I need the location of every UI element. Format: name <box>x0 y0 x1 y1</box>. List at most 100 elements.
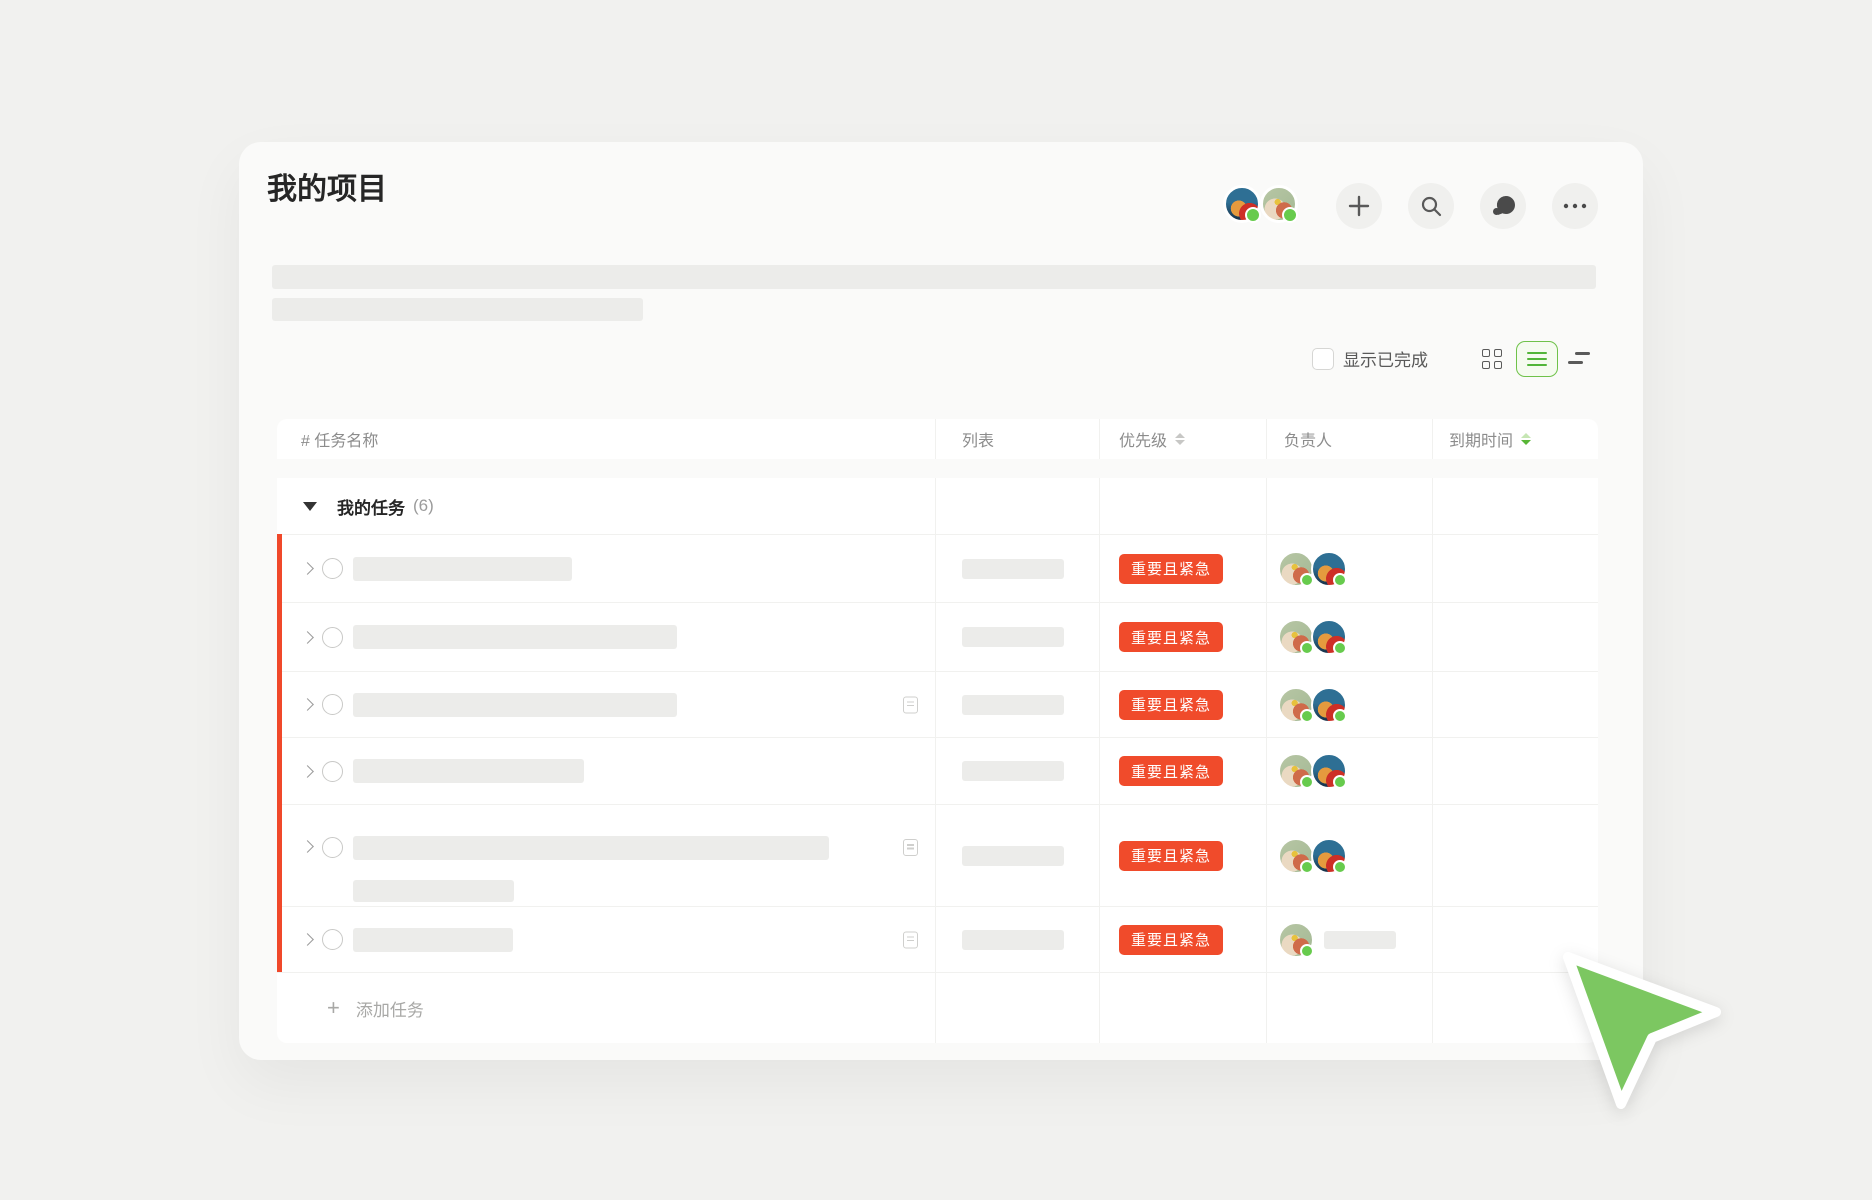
task-name-placeholder <box>353 836 829 860</box>
avatar[interactable] <box>1278 551 1314 587</box>
assignee-avatars <box>1278 619 1347 655</box>
expand-icon[interactable] <box>301 698 314 711</box>
add-task-label: 添加任务 <box>356 996 424 1021</box>
avatar[interactable] <box>1278 922 1314 958</box>
priority-badge[interactable]: 重要且紧急 <box>1119 925 1223 955</box>
page-title: 我的项目 <box>267 168 387 212</box>
avatar[interactable] <box>1278 838 1314 874</box>
avatar[interactable] <box>1260 185 1298 223</box>
board-view-button[interactable] <box>1482 349 1502 369</box>
expand-icon[interactable] <box>301 562 314 575</box>
ellipsis-icon <box>1563 203 1587 209</box>
list-placeholder <box>962 627 1064 647</box>
list-placeholder <box>962 930 1064 950</box>
task-name-placeholder <box>353 625 677 649</box>
show-completed-label: 显示已完成 <box>1343 346 1428 371</box>
group-name: 我的任务 <box>337 494 405 519</box>
avatar[interactable] <box>1311 619 1347 655</box>
expand-icon[interactable] <box>301 933 314 946</box>
assignee-avatars <box>1278 687 1347 723</box>
show-completed-checkbox <box>1312 348 1334 370</box>
project-card: 我的项目 显 <box>239 142 1643 1060</box>
task-name-placeholder <box>353 693 677 717</box>
search-button[interactable] <box>1408 183 1454 229</box>
assignee-name-placeholder <box>1324 931 1396 949</box>
plus-icon <box>1348 195 1370 217</box>
board-view-icon <box>1482 349 1490 357</box>
column-due-date[interactable]: 到期时间 <box>1432 419 1598 459</box>
more-button[interactable] <box>1552 183 1598 229</box>
messages-button[interactable] <box>1480 183 1526 229</box>
avatar[interactable] <box>1311 551 1347 587</box>
task-checkbox[interactable] <box>322 837 343 858</box>
assignee-avatars <box>1278 838 1347 874</box>
task-checkbox[interactable] <box>322 627 343 648</box>
project-description-placeholder <box>272 298 643 321</box>
sort-icon <box>1175 433 1185 446</box>
expand-icon[interactable] <box>301 631 314 644</box>
timeline-view-icon <box>1575 352 1590 355</box>
assignee-avatars <box>1278 551 1347 587</box>
collapse-icon[interactable] <box>303 502 317 511</box>
expand-icon[interactable] <box>301 765 314 778</box>
task-name-placeholder <box>353 928 513 952</box>
column-assignee: 负责人 <box>1266 419 1432 459</box>
list-placeholder <box>962 695 1064 715</box>
avatar[interactable] <box>1278 753 1314 789</box>
plus-icon: + <box>327 997 340 1019</box>
chat-icon <box>1490 194 1516 218</box>
task-row[interactable]: 重要且紧急 <box>277 602 1598 671</box>
add-button[interactable] <box>1336 183 1382 229</box>
avatar[interactable] <box>1311 753 1347 789</box>
task-name-placeholder <box>353 880 514 902</box>
column-priority[interactable]: 优先级 <box>1099 419 1266 459</box>
table-body: 我的任务 (6) 重要且紧急 重要且紧急 <box>277 478 1598 1043</box>
column-task-name: # 任务名称 <box>277 419 935 459</box>
list-view-icon <box>1527 352 1547 355</box>
assignee-avatars <box>1278 922 1314 958</box>
task-row[interactable]: 重要且紧急 <box>277 737 1598 804</box>
list-placeholder <box>962 761 1064 781</box>
task-name-placeholder <box>353 557 572 581</box>
table-header: # 任务名称 列表 优先级 负责人 到期时间 <box>277 419 1598 459</box>
timeline-view-button[interactable] <box>1568 350 1590 368</box>
column-list: 列表 <box>935 419 1099 459</box>
task-row[interactable]: 重要且紧急 <box>277 671 1598 737</box>
note-icon <box>903 931 918 948</box>
avatar[interactable] <box>1311 838 1347 874</box>
note-icon <box>903 696 918 713</box>
list-placeholder <box>962 846 1064 866</box>
member-avatars[interactable] <box>1223 185 1298 223</box>
task-row[interactable]: 重要且紧急 <box>277 534 1598 602</box>
group-accent-bar <box>277 534 282 972</box>
avatar[interactable] <box>1278 619 1314 655</box>
avatar[interactable] <box>1311 687 1347 723</box>
group-count: (6) <box>413 496 434 516</box>
task-checkbox[interactable] <box>322 761 343 782</box>
avatar[interactable] <box>1278 687 1314 723</box>
task-row[interactable]: 重要且紧急 <box>277 804 1598 906</box>
priority-badge[interactable]: 重要且紧急 <box>1119 756 1223 786</box>
task-checkbox[interactable] <box>322 694 343 715</box>
priority-badge[interactable]: 重要且紧急 <box>1119 841 1223 871</box>
task-checkbox[interactable] <box>322 558 343 579</box>
assignee-avatars <box>1278 753 1347 789</box>
group-header-row[interactable]: 我的任务 (6) <box>277 478 1598 534</box>
priority-badge[interactable]: 重要且紧急 <box>1119 554 1223 584</box>
header-actions <box>1336 183 1598 229</box>
project-description-placeholder <box>272 265 1596 289</box>
task-name-placeholder <box>353 759 584 783</box>
expand-icon[interactable] <box>301 840 314 853</box>
priority-badge[interactable]: 重要且紧急 <box>1119 622 1223 652</box>
list-placeholder <box>962 559 1064 579</box>
add-task-row[interactable]: + 添加任务 <box>277 972 1598 1043</box>
sort-icon-active <box>1521 433 1531 446</box>
search-icon <box>1420 195 1442 217</box>
task-checkbox[interactable] <box>322 929 343 950</box>
show-completed-toggle[interactable]: 显示已完成 <box>1312 346 1428 371</box>
priority-badge[interactable]: 重要且紧急 <box>1119 690 1223 720</box>
task-row[interactable]: 重要且紧急 <box>277 906 1598 972</box>
list-view-button[interactable] <box>1516 341 1558 377</box>
note-icon <box>903 839 918 856</box>
avatar[interactable] <box>1223 185 1261 223</box>
